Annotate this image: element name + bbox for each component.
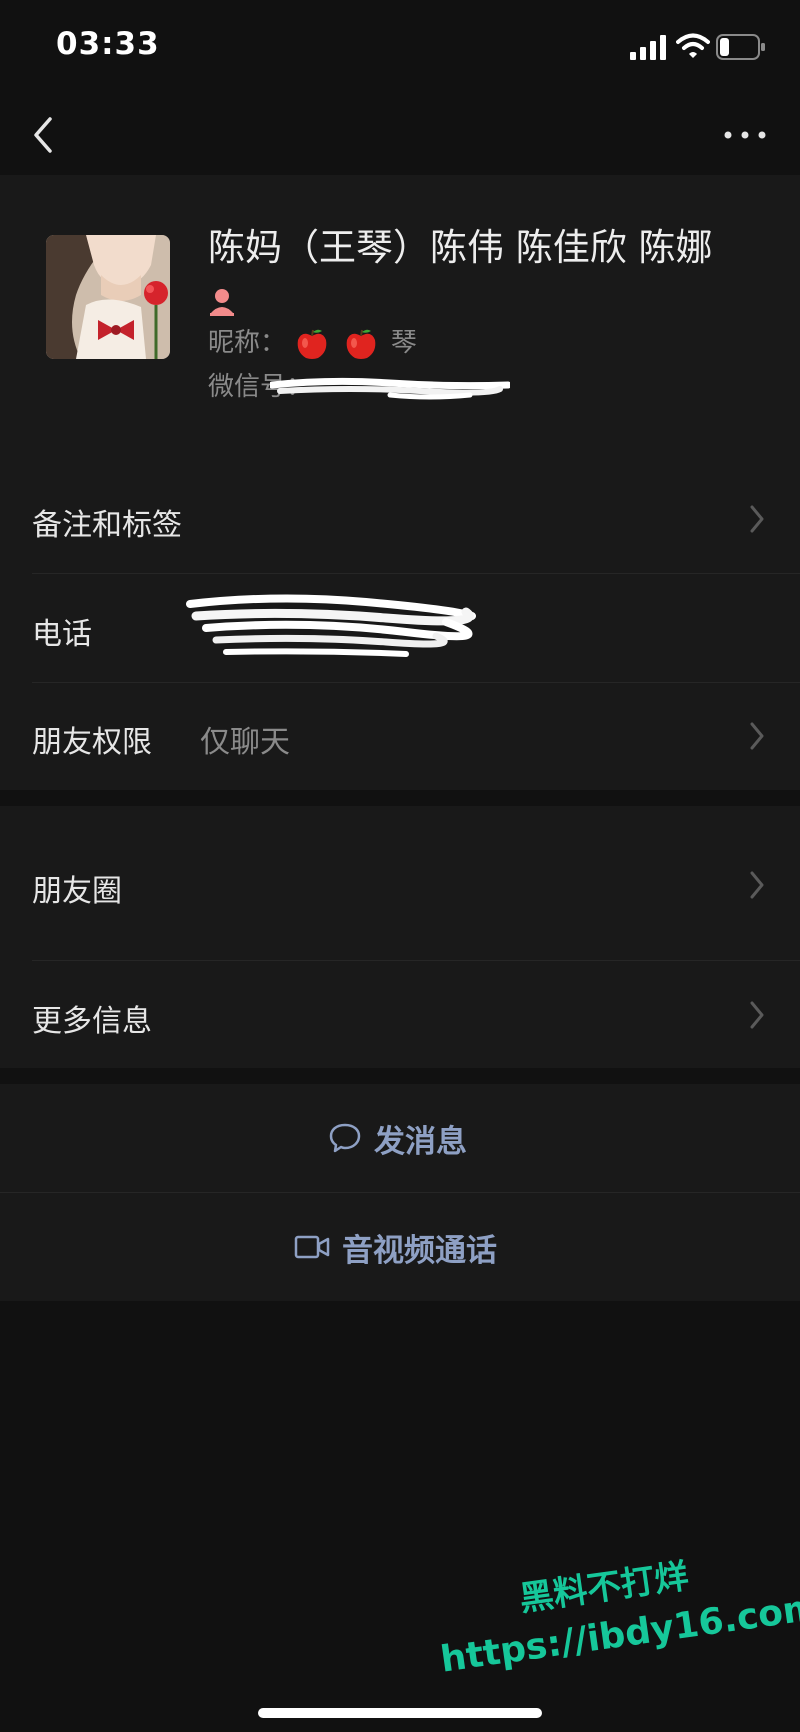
wifi-icon <box>676 33 710 58</box>
row-label: 电话 <box>32 617 92 652</box>
chat-bubble-icon <box>329 1123 361 1153</box>
nav-bar <box>0 95 800 175</box>
redaction-scribble <box>270 377 510 400</box>
profile-header: 陈妈（王琴）陈伟 陈佳欣 陈娜 昵称： 琴 微信号： <box>0 175 800 465</box>
cellular-signal-icon <box>630 35 666 60</box>
battery-icon <box>716 34 765 60</box>
row-label: 朋友圈 <box>32 874 122 909</box>
home-indicator[interactable] <box>258 1708 542 1718</box>
video-call-button[interactable]: 音视频通话 <box>0 1193 800 1301</box>
contact-name: 陈妈（王琴）陈伟 陈佳欣 陈娜 <box>208 223 768 323</box>
row-label: 备注和标签 <box>32 508 182 543</box>
nickname-label: 昵称： <box>208 328 287 358</box>
nickname-text: 琴 <box>390 328 417 358</box>
send-message-button[interactable]: 发消息 <box>0 1084 800 1192</box>
row-value: 仅聊天 <box>200 725 290 760</box>
chevron-left-icon[interactable] <box>26 113 62 157</box>
video-call-label: 音视频通话 <box>342 1232 497 1269</box>
row-more-info[interactable]: 更多信息 <box>0 960 800 1068</box>
apple-emoji-icon <box>297 329 327 359</box>
person-icon <box>210 288 234 316</box>
nickname-row: 昵称： 琴 <box>208 323 417 363</box>
row-phone[interactable]: 电话 <box>0 574 800 682</box>
redaction-scribble <box>186 594 476 657</box>
video-camera-icon <box>294 1235 330 1259</box>
info-section: 备注和标签 电话 朋友权限 仅聊天 <box>0 465 800 790</box>
status-time: 03:33 <box>56 26 160 62</box>
menu-section: 朋友圈 更多信息 <box>0 806 800 1068</box>
apple-emoji-icon <box>346 329 375 359</box>
row-friend-permissions[interactable]: 朋友权限 仅聊天 <box>0 682 800 790</box>
chevron-right-icon <box>750 1001 764 1029</box>
chevron-right-icon <box>750 722 764 750</box>
row-moments[interactable]: 朋友圈 <box>0 806 800 960</box>
send-message-label: 发消息 <box>374 1123 467 1160</box>
chevron-right-icon <box>750 871 764 899</box>
chevron-right-icon <box>750 505 764 533</box>
status-bar: 03:33 <box>0 0 800 95</box>
row-remarks-tags[interactable]: 备注和标签 <box>0 465 800 574</box>
ellipsis-icon[interactable] <box>720 117 770 153</box>
row-label: 更多信息 <box>32 1004 152 1039</box>
avatar[interactable] <box>46 235 170 359</box>
row-label: 朋友权限 <box>32 725 152 760</box>
contact-name-text: 陈妈（王琴）陈伟 陈佳欣 陈娜 <box>208 226 713 269</box>
